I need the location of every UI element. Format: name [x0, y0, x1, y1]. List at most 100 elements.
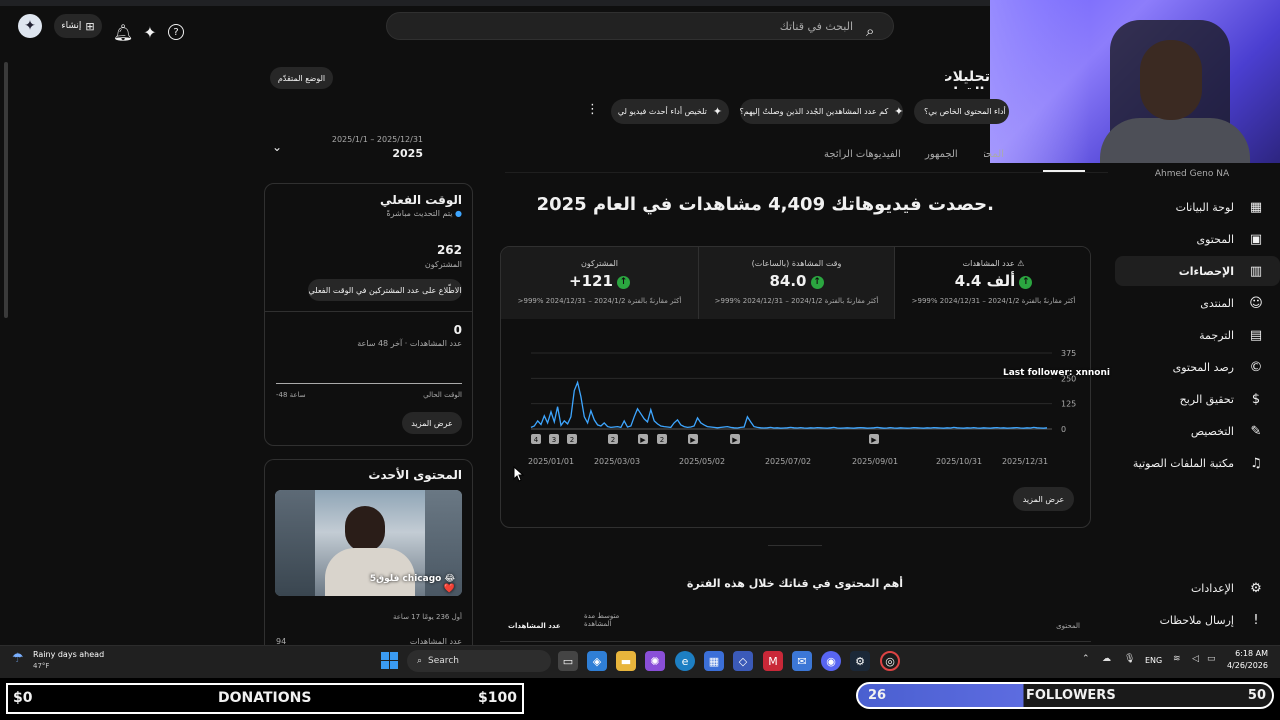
steam-icon[interactable]: ⚙ [850, 651, 870, 671]
metric-label-text: عدد المشاهدات [962, 259, 1015, 268]
date-year[interactable]: 2025 [360, 147, 423, 160]
sidebar-item-analytics[interactable]: الإحصاءات ▥ [1115, 256, 1280, 286]
col-avg-duration-header[interactable]: متوسط مدة المشاهدة [584, 612, 634, 628]
mcafee-icon[interactable]: M [763, 651, 783, 671]
cam-person-head [1140, 40, 1202, 120]
realtime-show-more-button[interactable]: عرض المزيد [402, 412, 462, 434]
chart-event-marker-label: ▶ [732, 436, 738, 444]
realtime-live-count-label: الاطّلاع على عدد المشتركين في الوقت الفع… [308, 285, 462, 295]
chip-content-performance[interactable]: ما أداء المحتوى الخاص بي؟ [914, 99, 1009, 124]
edge-browser-icon[interactable]: e [675, 651, 695, 671]
clock-date[interactable]: 4/26/2026 [1212, 661, 1268, 670]
customization-icon: ✎ [1250, 423, 1262, 439]
search-input[interactable]: البحث في قناتك [386, 12, 894, 40]
chip-label: ما أداء المحتوى الخاص بي؟ [924, 107, 1009, 116]
tray-chevron-up-icon[interactable]: ⌃ [1082, 654, 1090, 664]
account-avatar[interactable]: ✦ [18, 14, 42, 38]
tab-trending[interactable]: الفيديوهات الرائجة [824, 149, 901, 160]
sidebar-item-subtitles[interactable]: الترجمة ▤ [1115, 320, 1280, 350]
followers-bar: 26 FOLLOWERS 50 [856, 682, 1274, 709]
chart-y-tick-label: 375 [1061, 349, 1076, 358]
sidebar-item-content[interactable]: المحتوى ▣ [1115, 224, 1280, 254]
cam-light [990, 0, 1090, 163]
create-label: إنشاء [61, 21, 82, 31]
weather-title[interactable]: Rainy days ahead [33, 650, 104, 659]
widgets-icon[interactable]: ◈ [587, 651, 607, 671]
sidebar-item-dashboard[interactable]: لوحة البيانات ▦ [1115, 192, 1280, 222]
sidebar-item-earn[interactable]: تحقيق الربح $ [1115, 384, 1280, 414]
taskbar-search-label: Search [428, 656, 459, 666]
chrome-icon[interactable]: ◎ [880, 651, 900, 671]
sidebar-item-label: الإحصاءات [1178, 264, 1234, 278]
realtime-views-value: 0 [453, 323, 462, 337]
chart-event-marker-label: 2 [611, 436, 615, 444]
gear-icon: ⚙ [1250, 580, 1262, 596]
sidebar-item-settings[interactable]: الإعدادات ⚙ [1115, 573, 1280, 603]
tray-app-icon[interactable]: ☁ [1102, 654, 1111, 664]
chart-x-tick-label: 2025/09/01 [852, 457, 898, 466]
metric-subscribers[interactable]: المشتركون +121 ↑ >999% أكثر مقارنةً بالفت… [501, 247, 698, 319]
microphone-icon[interactable]: 🎙︎ [1124, 654, 1135, 664]
chart-x-tick-label: 2025/05/02 [679, 457, 725, 466]
realtime-live-count-button[interactable]: الاطّلاع على عدد المشتركين في الوقت الفع… [308, 279, 462, 301]
copilot-icon[interactable]: ✺ [645, 651, 665, 671]
clock-time[interactable]: 6:18 AM [1222, 649, 1268, 658]
latest-title: المحتوى الأحدث [368, 468, 462, 482]
store-icon[interactable]: ▦ [704, 651, 724, 671]
followers-current: 26 [868, 688, 887, 703]
bell-icon[interactable]: 🔔︎ [112, 21, 134, 43]
metric-watch-time[interactable]: وقت المشاهدة (بالساعات) 84.0 ↑ >999% أكثر… [698, 247, 895, 319]
sidebar-item-label: مكتبة الملفات الصوتية [1132, 456, 1234, 470]
advanced-mode-button[interactable]: الوضع المتقدّم [270, 67, 333, 89]
metric-views[interactable]: عدد المشاهدات ⚠ 4.4 ألف ↑ >999% أكثر مقار… [895, 247, 1090, 319]
video-plus-icon: ⊞ [85, 19, 95, 33]
show-more-button[interactable]: عرض المزيد [1013, 487, 1074, 511]
discord-icon[interactable]: ◉ [821, 651, 841, 671]
chevron-down-icon[interactable]: ⌄ [272, 140, 288, 156]
sidebar-item-customization[interactable]: التخصيص ✎ [1115, 416, 1280, 446]
left-scrollbar[interactable] [4, 62, 8, 318]
weather-temp: 47°F [33, 662, 50, 670]
tab-audience[interactable]: الجمهور [925, 149, 958, 160]
start-square [381, 652, 389, 660]
sparkle-icon[interactable]: ✦ [139, 21, 161, 43]
chart-event-marker-label: 2 [570, 436, 574, 444]
views-line-chart: 01252503754 3 2 2 ▶ 2 ▶ ▶ ▶2025/01/01 2025/03/03 2… [528, 349, 1076, 466]
volume-icon[interactable]: ◁ [1192, 654, 1199, 664]
task-view-icon[interactable]: ▭ [558, 651, 578, 671]
feedback-icon: ! [1253, 612, 1259, 628]
more-vert-icon[interactable]: ⋮ [586, 102, 599, 120]
language-indicator[interactable]: ENG [1145, 656, 1162, 665]
chip-new-viewers[interactable]: كم عدد المشاهدين الجُدد الذين وصلتُ إليه… [740, 99, 904, 124]
metric-comparison: >999% أكثر مقارنةً بالفترة 2024/1/2 – 20… [714, 297, 879, 305]
sidebar-item-feedback[interactable]: إرسال ملاحظات! [1115, 605, 1280, 635]
chart-y-tick-label: 125 [1061, 400, 1076, 409]
file-explorer-icon[interactable]: ▬ [616, 651, 636, 671]
vscode-icon[interactable]: ◇ [733, 651, 753, 671]
create-button[interactable]: إنشاء ⊞ [54, 14, 102, 38]
sidebar-item-copyright[interactable]: رصد المحتوى © [1115, 352, 1280, 382]
chip-label: تلخيص أداء أحدث فيديو لي [617, 107, 707, 116]
tabs-separator [505, 172, 1108, 173]
chart-y-tick-label: 0 [1061, 425, 1066, 434]
metric-value: +121 ↑ [501, 272, 698, 290]
col-views-header[interactable]: عدد المشاهدات [508, 622, 568, 630]
tab-content[interactable]: المحتوى [984, 149, 1004, 163]
thumb-person-head [345, 506, 385, 552]
wifi-icon[interactable]: ≋ [1173, 654, 1181, 664]
metric-label: عدد المشاهدات ⚠ [895, 259, 1090, 268]
weather-icon[interactable]: ☂ [12, 651, 30, 669]
date-range[interactable]: 2025/1/1 – 2025/12/31 [320, 135, 423, 144]
realtime-axis-line [276, 383, 462, 384]
latest-video-thumbnail[interactable]: فلوق5 chicago 😂❤️ [275, 490, 462, 596]
taskbar-search[interactable]: ⌕ Search [407, 650, 551, 672]
sidebar-item-audio-library[interactable]: مكتبة الملفات الصوتية ♫ [1115, 448, 1280, 478]
help-icon[interactable]: ? [168, 24, 184, 40]
earn-icon: $ [1251, 391, 1261, 407]
chip-summarize-latest[interactable]: تلخيص أداء أحدث فيديو لي ✦ [611, 99, 729, 124]
sidebar-item-label: لوحة البيانات [1175, 200, 1234, 214]
sidebar-item-community[interactable]: المنتدى ☺ [1115, 288, 1280, 318]
windows-start-icon[interactable] [381, 652, 398, 669]
search-icon[interactable]: ⌕ [866, 22, 884, 40]
mail-icon[interactable]: ✉ [792, 651, 812, 671]
